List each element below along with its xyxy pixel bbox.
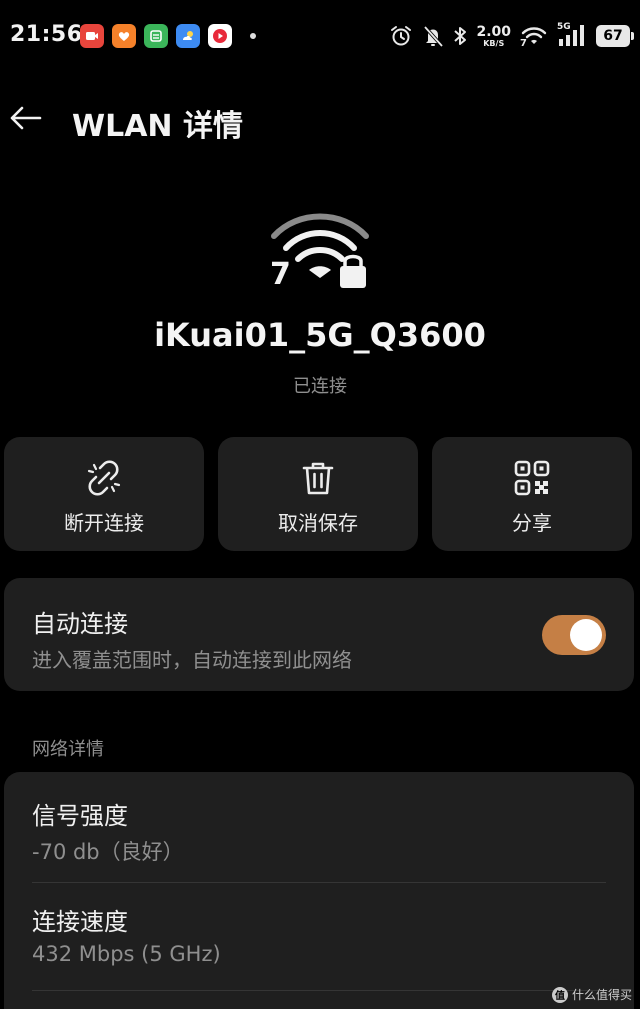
toggle-knob xyxy=(570,619,602,651)
play-app-icon xyxy=(208,24,232,48)
detail-label: 连接速度 xyxy=(32,908,128,936)
status-time: 21:56 xyxy=(10,22,83,47)
video-app-icon xyxy=(80,24,104,48)
wifi-status-icon: 7 xyxy=(520,27,547,47)
status-bar: 21:56 2.00 KB/S 7 5G 67 xyxy=(0,0,640,72)
wifi-7-locked-icon: 7 xyxy=(270,213,369,292)
cellular-signal-icon: 5G xyxy=(557,22,587,48)
bluetooth-icon xyxy=(454,27,467,45)
watermark-logo: 值 xyxy=(551,986,568,1003)
svg-text:7: 7 xyxy=(520,38,527,47)
detail-value: -70 db（良好） xyxy=(32,840,184,864)
svg-text:7: 7 xyxy=(270,257,291,292)
notification-app-icons xyxy=(80,24,256,48)
battery-indicator: 67 xyxy=(596,25,634,47)
detail-row-signal-strength: 信号强度 -70 db（良好） xyxy=(4,772,634,880)
auto-connect-setting[interactable]: 自动连接 进入覆盖范围时，自动连接到此网络 xyxy=(4,578,634,691)
heart-app-icon xyxy=(112,24,136,48)
weather-app-icon xyxy=(176,24,200,48)
qr-code-icon xyxy=(514,460,550,496)
wallet-app-icon xyxy=(144,24,168,48)
disconnect-icon xyxy=(87,460,121,496)
watermark-text: 什么值得买 xyxy=(571,988,632,1002)
alarm-icon xyxy=(391,26,412,46)
app-header: WLAN 详情 xyxy=(0,88,640,148)
auto-connect-description: 进入覆盖范围时，自动连接到此网络 xyxy=(32,648,352,672)
network-ssid: iKuai01_5G_Q3600 xyxy=(154,316,486,354)
page-title: WLAN 详情 xyxy=(72,109,243,144)
watermark: 值 什么值得买 xyxy=(551,986,632,1003)
disconnect-button[interactable]: 断开连接 xyxy=(4,437,204,551)
forget-network-button[interactable]: 取消保存 xyxy=(218,437,418,551)
connection-status: 已连接 xyxy=(293,376,347,397)
network-details-card: 信号强度 -70 db（良好） 连接速度 432 Mbps (5 GHz) xyxy=(4,772,634,1009)
back-arrow-icon[interactable] xyxy=(6,100,42,136)
disconnect-label: 断开连接 xyxy=(64,511,144,535)
auto-connect-title: 自动连接 xyxy=(32,610,128,638)
status-icons: 2.00 KB/S 7 5G 67 xyxy=(389,22,634,48)
section-label-network-details: 网络详情 xyxy=(32,739,104,760)
share-button[interactable]: 分享 xyxy=(432,437,632,551)
detail-label: 信号强度 xyxy=(32,802,128,830)
mute-bell-icon xyxy=(424,25,444,48)
forget-network-label: 取消保存 xyxy=(278,511,358,535)
detail-row-link-speed: 连接速度 432 Mbps (5 GHz) xyxy=(4,878,634,986)
network-speed: 2.00 KB/S xyxy=(476,23,511,48)
auto-connect-toggle[interactable] xyxy=(542,615,606,655)
more-notifications-dot xyxy=(250,33,256,39)
detail-value: 432 Mbps (5 GHz) xyxy=(32,942,221,966)
trash-icon xyxy=(302,462,334,495)
share-label: 分享 xyxy=(512,511,552,535)
divider xyxy=(32,990,606,991)
